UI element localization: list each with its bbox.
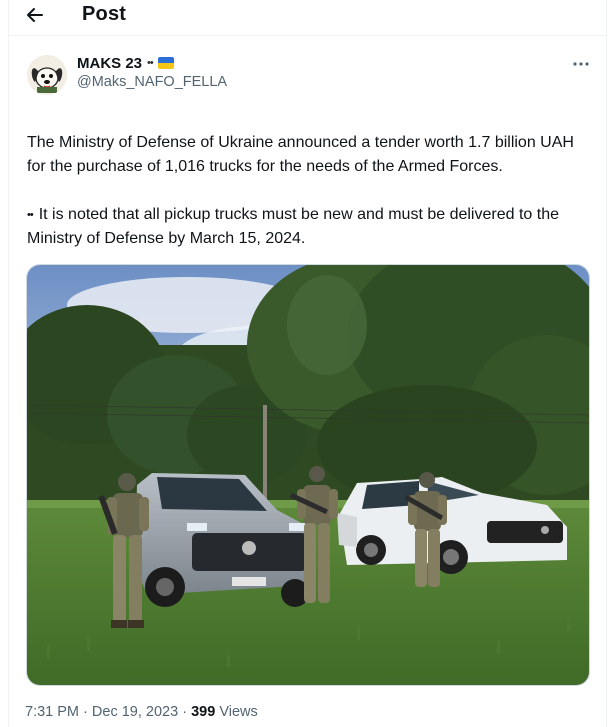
meta-separator: ·: [83, 704, 88, 720]
post-photo[interactable]: [26, 264, 590, 686]
author-handle[interactable]: @Maks_NAFO_FELLA: [77, 74, 227, 90]
views-count: 399: [191, 704, 216, 720]
views-label: Views: [219, 704, 258, 720]
ukraine-flag-icon: [157, 57, 174, 69]
author-display-name[interactable]: MAKS 23: [77, 55, 142, 72]
arrow-left-icon[interactable]: [22, 2, 50, 28]
post-text: The Ministry of Defense of Ukraine annou…: [27, 107, 592, 251]
post-paragraph-2-text: It is noted that all pickup trucks must …: [27, 206, 559, 247]
avatar[interactable]: [27, 55, 67, 95]
post-date[interactable]: Dec 19, 2023: [92, 704, 178, 720]
more-options-icon[interactable]: [570, 57, 592, 71]
header: Post: [0, 0, 614, 32]
header-divider: [8, 35, 606, 36]
eyes-emoji: ••: [147, 57, 154, 69]
post-paragraph-2: •• It is noted that all pickup trucks mus…: [27, 203, 592, 251]
left-border: [8, 0, 9, 727]
meta-separator: ·: [182, 704, 188, 720]
eyes-emoji: ••: [27, 209, 34, 221]
ukraine-flag-icon: [27, 110, 47, 124]
dog-avatar-icon: [27, 55, 67, 95]
right-border: [606, 0, 607, 727]
soldiers-pickup-trucks-image: [27, 265, 589, 685]
post-paragraph-1-text: The Ministry of Defense of Ukraine annou…: [27, 134, 574, 175]
author-name-row: MAKS 23 ••: [77, 54, 174, 72]
page-title: Post: [82, 3, 127, 25]
post-time[interactable]: 7:31 PM: [25, 704, 79, 720]
post-meta: 7:31 PM · Dec 19, 2023 · 399 Views: [25, 704, 258, 720]
post-paragraph-1: [27, 107, 592, 131]
